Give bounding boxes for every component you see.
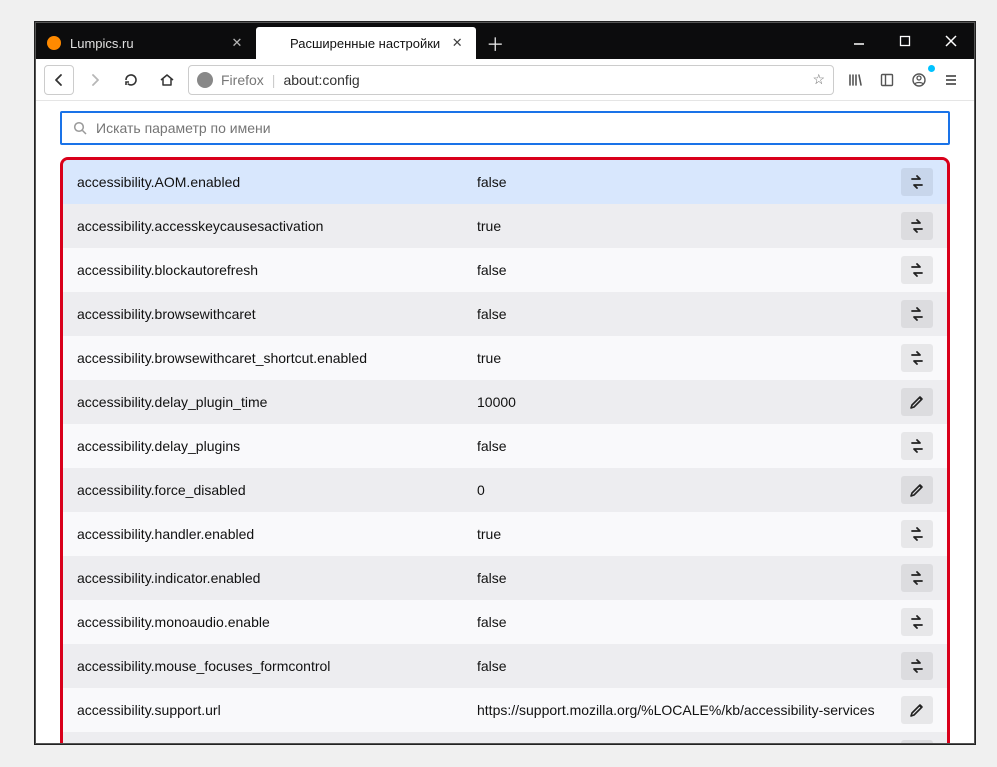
toggle-button[interactable] [901, 168, 933, 196]
pref-name: accessibility.accesskeycausesactivation [77, 218, 477, 234]
pref-value: false [477, 570, 901, 586]
forward-button[interactable] [80, 65, 110, 95]
reload-button[interactable] [116, 65, 146, 95]
pref-name: accessibility.indicator.enabled [77, 570, 477, 586]
account-button[interactable] [904, 65, 934, 95]
pref-name: accessibility.monoaudio.enable [77, 614, 477, 630]
pref-value: false [477, 658, 901, 674]
pref-name: accessibility.delay_plugins [77, 438, 477, 454]
pref-value: false [477, 262, 901, 278]
toggle-button[interactable] [901, 300, 933, 328]
prefs-table: accessibility.AOM.enabledfalseaccessibil… [60, 157, 950, 743]
search-input[interactable] [96, 120, 938, 136]
pref-row[interactable]: accessibility.monoaudio.enablefalse [63, 600, 947, 644]
urlbar-separator: | [272, 72, 276, 88]
pref-value: false [477, 614, 901, 630]
pref-value: false [477, 306, 901, 322]
pref-value: 0 [477, 482, 901, 498]
toggle-button[interactable] [901, 608, 933, 636]
pref-value: https://support.mozilla.org/%LOCALE%/kb/… [477, 702, 901, 718]
pref-name: accessibility.support.url [77, 702, 477, 718]
toggle-button[interactable] [901, 432, 933, 460]
pref-row[interactable]: accessibility.delay_plugin_time10000 [63, 380, 947, 424]
pref-value: false [477, 174, 901, 190]
tab-label: Lumpics.ru [70, 36, 220, 51]
pref-row[interactable]: accessibility.browsewithcaret_shortcut.e… [63, 336, 947, 380]
edit-button[interactable] [901, 740, 933, 743]
urlbar-path: about:config [283, 72, 804, 88]
home-button[interactable] [152, 65, 182, 95]
firefox-icon [197, 72, 213, 88]
pref-row[interactable]: accessibility.blockautorefreshfalse [63, 248, 947, 292]
pref-row[interactable]: accessibility.force_disabled0 [63, 468, 947, 512]
titlebar: Lumpics.ru ✕ Расширенные настройки ✕ ＋ [36, 23, 974, 59]
close-tab-icon[interactable]: ✕ [448, 35, 466, 51]
maximize-button[interactable] [882, 23, 928, 59]
edit-button[interactable] [901, 476, 933, 504]
sidebar-button[interactable] [872, 65, 902, 95]
pref-row[interactable]: accessibility.delay_pluginsfalse [63, 424, 947, 468]
new-tab-button[interactable]: ＋ [480, 29, 510, 59]
favicon-aboutconfig [266, 35, 282, 51]
toggle-button[interactable] [901, 212, 933, 240]
urlbar[interactable]: Firefox | about:config ☆ [188, 65, 834, 95]
pref-name: accessibility.blockautorefresh [77, 262, 477, 278]
back-button[interactable] [44, 65, 74, 95]
tab-label: Расширенные настройки [290, 36, 440, 51]
pref-name: accessibility.AOM.enabled [77, 174, 477, 190]
pref-name: accessibility.force_disabled [77, 482, 477, 498]
pref-row[interactable]: accessibility.indicator.enabledfalse [63, 556, 947, 600]
bookmark-star-icon[interactable]: ☆ [812, 71, 825, 88]
pref-row[interactable]: accessibility.mouse_focuses_formcontrolf… [63, 644, 947, 688]
pref-row[interactable]: accessibility.handler.enabledtrue [63, 512, 947, 556]
search-icon [72, 120, 88, 136]
pref-value: true [477, 218, 901, 234]
tab-aboutconfig[interactable]: Расширенные настройки ✕ [256, 27, 476, 59]
pref-row[interactable]: accessibility.support.urlhttps://support… [63, 688, 947, 732]
toolbar-right [840, 65, 966, 95]
toggle-button[interactable] [901, 520, 933, 548]
pref-row[interactable]: accessibility.tabfocus7 [63, 732, 947, 743]
app-menu-button[interactable] [936, 65, 966, 95]
toolbar: Firefox | about:config ☆ [36, 59, 974, 101]
favicon-lumpics [46, 35, 62, 51]
pref-row[interactable]: accessibility.browsewithcaretfalse [63, 292, 947, 336]
pref-value: 10000 [477, 394, 901, 410]
browser-window: { "tabs": [ { "label": "Lumpics.ru" }, {… [35, 22, 975, 744]
edit-button[interactable] [901, 696, 933, 724]
pref-value: false [477, 438, 901, 454]
pref-row[interactable]: accessibility.AOM.enabledfalse [63, 160, 947, 204]
pref-value: true [477, 526, 901, 542]
pref-name: accessibility.handler.enabled [77, 526, 477, 542]
pref-name: accessibility.browsewithcaret_shortcut.e… [77, 350, 477, 366]
window-controls [836, 23, 974, 59]
toggle-button[interactable] [901, 256, 933, 284]
urlbar-origin: Firefox [221, 72, 264, 88]
pref-search[interactable] [60, 111, 950, 145]
pref-name: accessibility.mouse_focuses_formcontrol [77, 658, 477, 674]
toggle-button[interactable] [901, 564, 933, 592]
pref-row[interactable]: accessibility.accesskeycausesactivationt… [63, 204, 947, 248]
library-button[interactable] [840, 65, 870, 95]
pref-name: accessibility.delay_plugin_time [77, 394, 477, 410]
close-tab-icon[interactable]: ✕ [228, 35, 246, 51]
pref-value: true [477, 350, 901, 366]
content-area: accessibility.AOM.enabledfalseaccessibil… [36, 101, 974, 743]
toggle-button[interactable] [901, 652, 933, 680]
edit-button[interactable] [901, 388, 933, 416]
close-window-button[interactable] [928, 23, 974, 59]
minimize-button[interactable] [836, 23, 882, 59]
pref-name: accessibility.browsewithcaret [77, 306, 477, 322]
tab-lumpics[interactable]: Lumpics.ru ✕ [36, 27, 256, 59]
search-container [36, 101, 974, 151]
toggle-button[interactable] [901, 344, 933, 372]
